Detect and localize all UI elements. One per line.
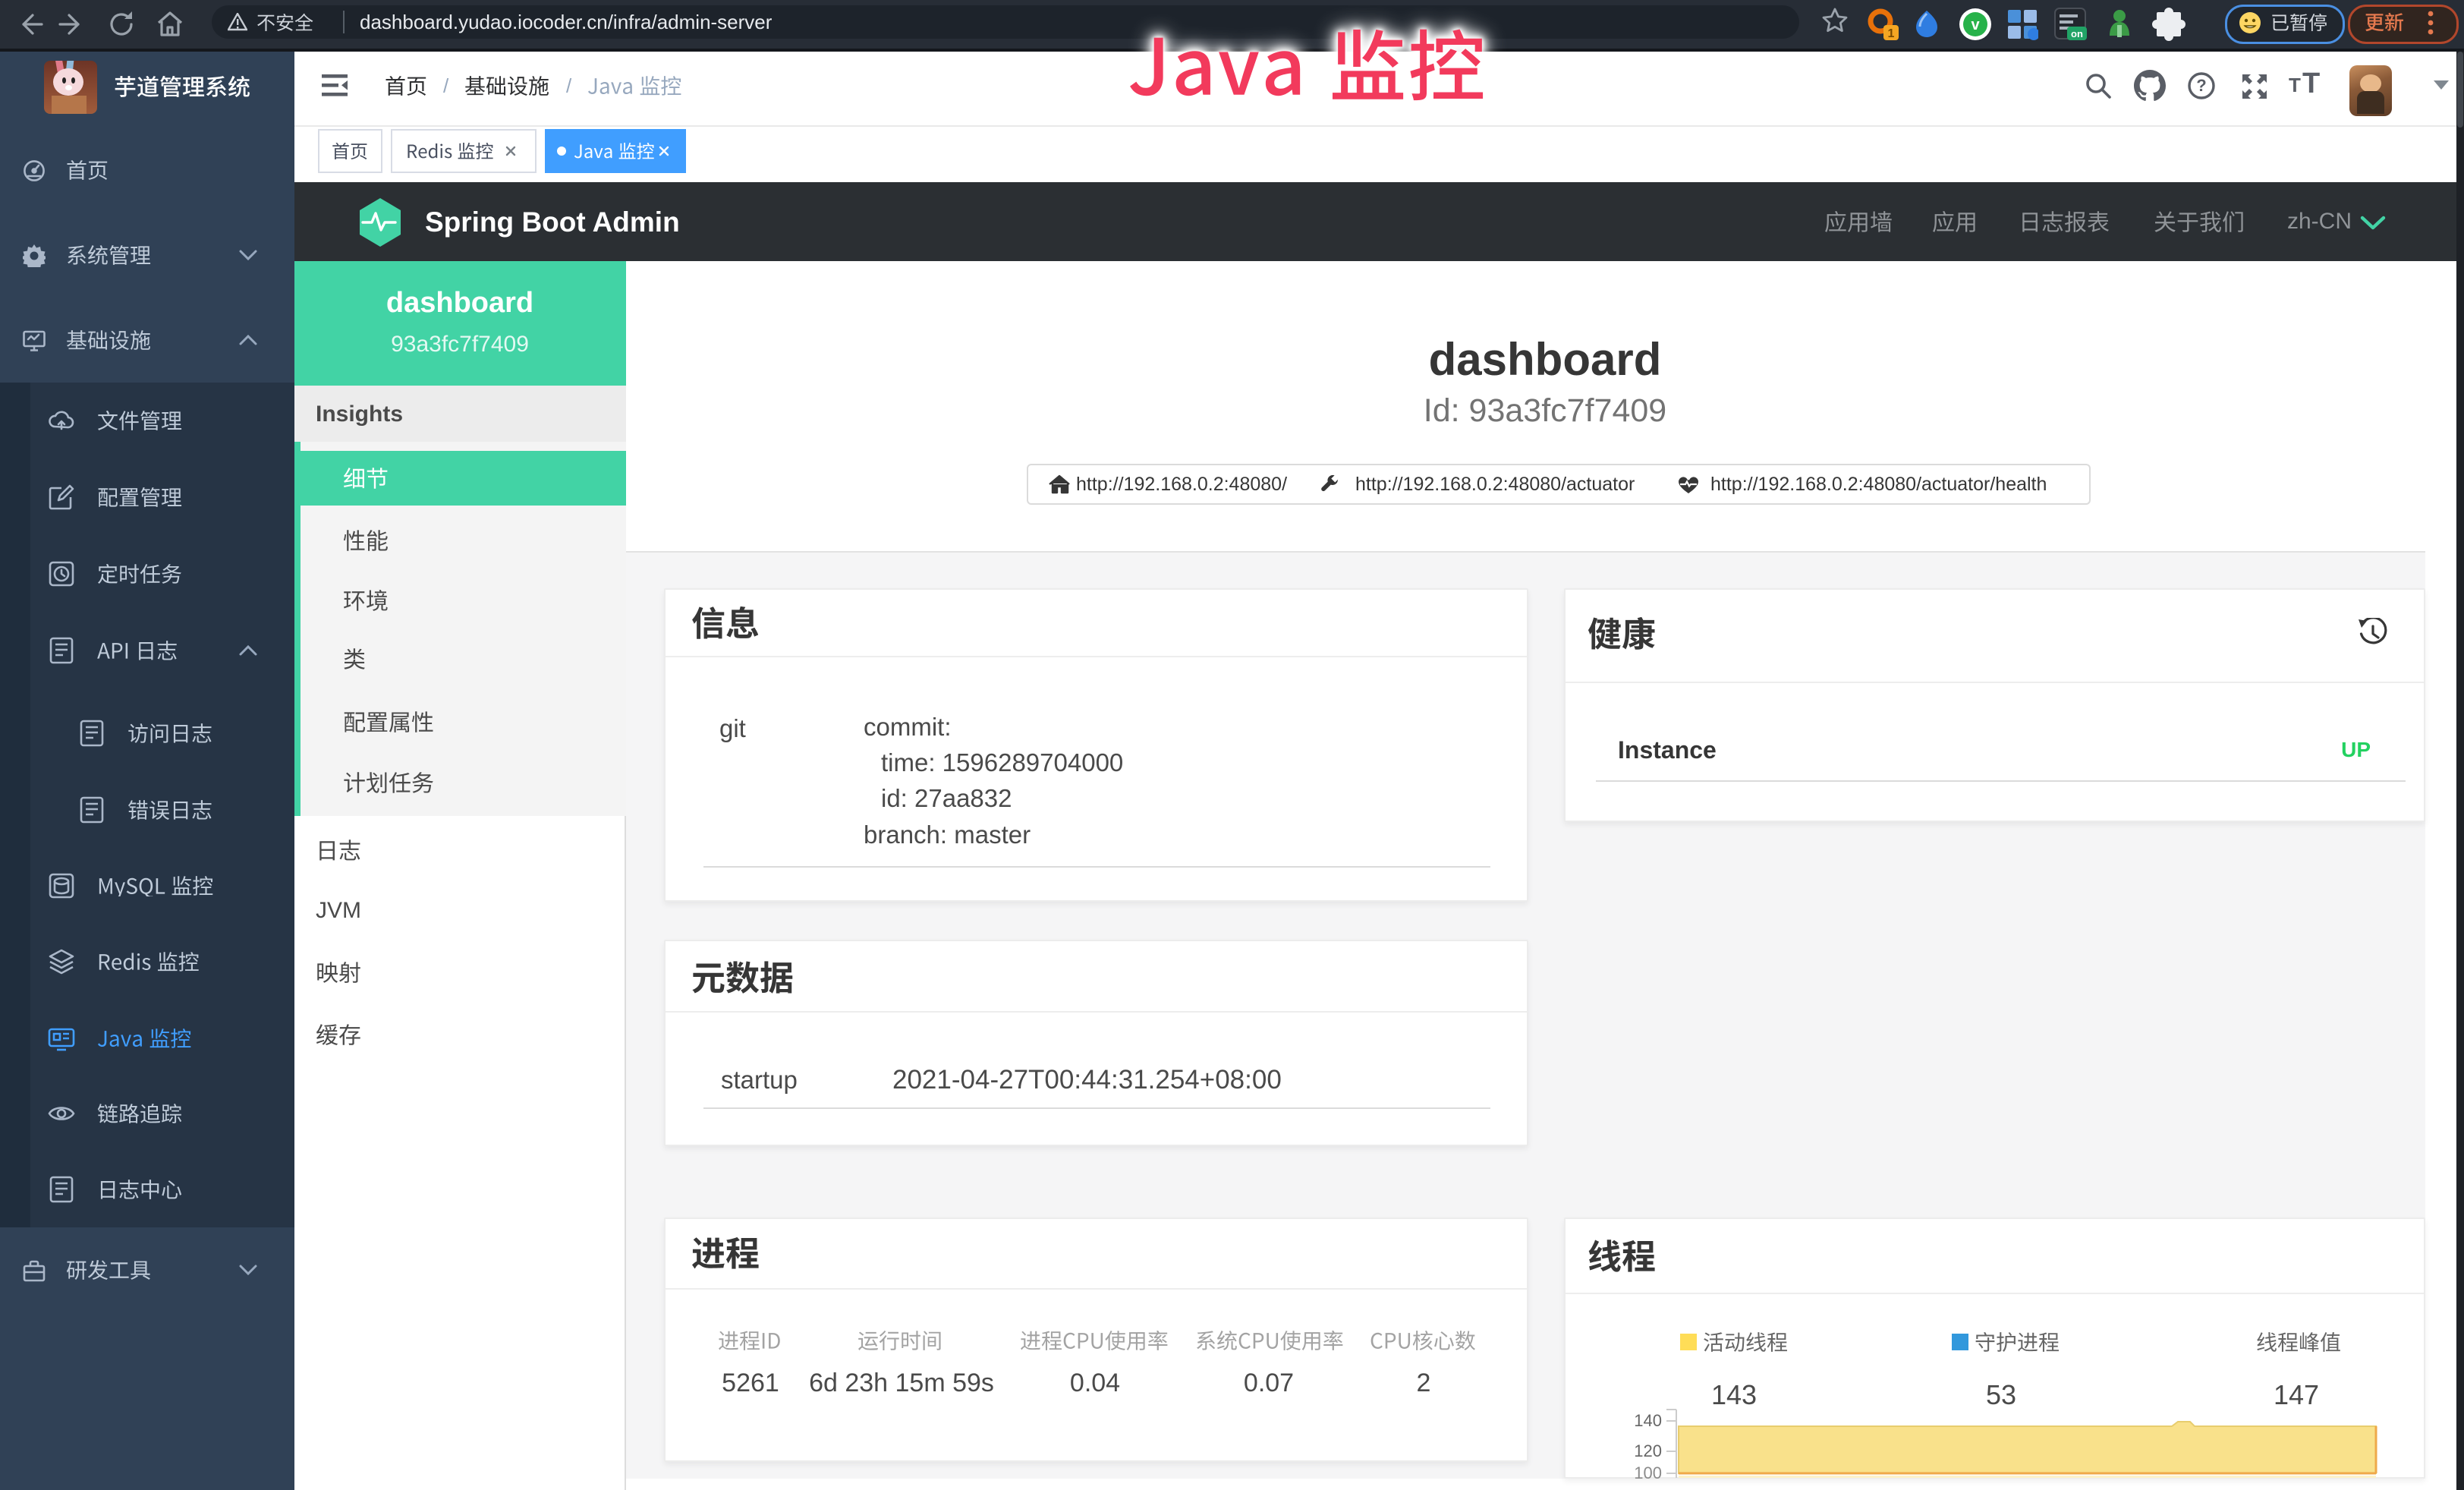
svg-text:on: on — [2071, 28, 2083, 39]
svg-text:?: ? — [2196, 76, 2206, 95]
svg-text:v: v — [1971, 17, 1980, 33]
svg-text:1: 1 — [1888, 27, 1895, 40]
